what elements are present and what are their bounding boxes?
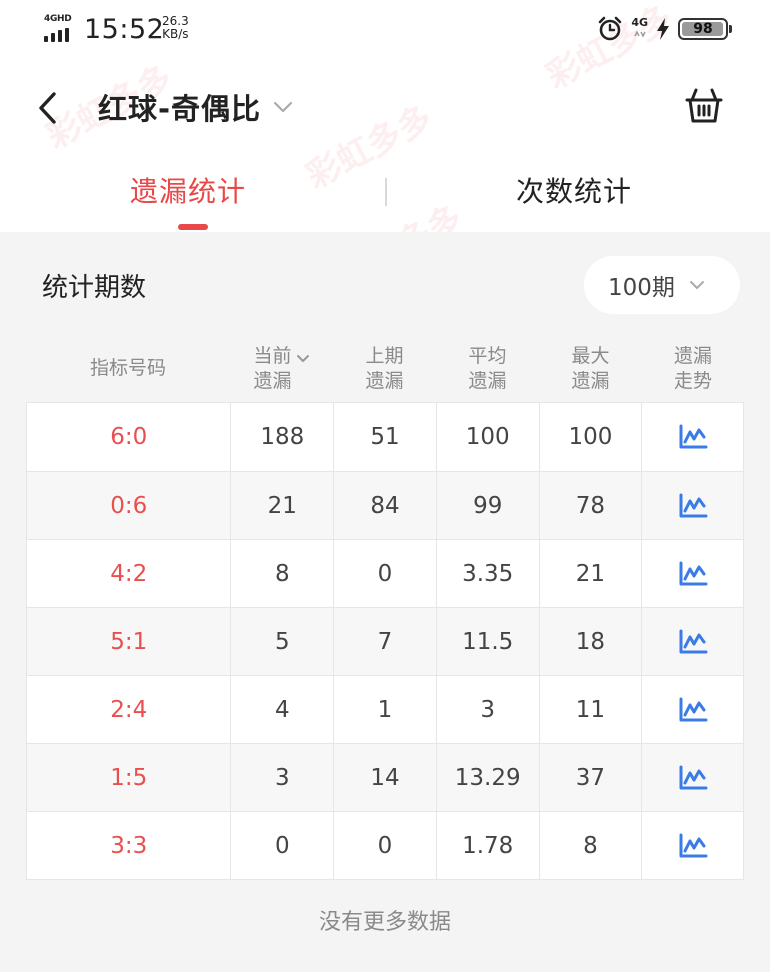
cell-max: 11 xyxy=(538,676,642,743)
cell-previous: 1 xyxy=(333,676,436,743)
cell-average: 100 xyxy=(435,403,539,471)
status-right: 4G 98 xyxy=(597,16,732,42)
cell-previous: 0 xyxy=(333,540,436,607)
trend-button[interactable] xyxy=(641,812,743,879)
tab-missing-stats[interactable]: 遗漏统计 xyxy=(130,170,246,210)
cell-previous: 14 xyxy=(333,744,436,811)
trend-button[interactable] xyxy=(641,540,743,607)
header-trend: 遗漏 走势 xyxy=(673,345,712,392)
trend-button[interactable] xyxy=(641,608,743,675)
tab-count-stats[interactable]: 次数统计 xyxy=(516,170,632,210)
sort-down-icon xyxy=(296,355,309,362)
alarm-icon xyxy=(599,16,622,41)
cell-max: 8 xyxy=(538,812,642,879)
signal-indicator: 4GHD xyxy=(44,14,76,42)
header-average: 平均 遗漏 xyxy=(468,345,507,392)
status-time: 15:52 xyxy=(84,14,165,45)
header-previous: 上期 遗漏 xyxy=(365,345,404,392)
cell-max: 21 xyxy=(538,540,642,607)
cell-average: 99 xyxy=(435,472,539,539)
stats-table-area: 指标号码 当前 遗漏 上期 遗漏 平均 遗漏 最大 遗漏 遗漏 走势 6:0 1… xyxy=(0,336,770,972)
signal-bars-icon xyxy=(44,28,69,42)
cell-max: 37 xyxy=(538,744,642,811)
period-select[interactable]: 100期 xyxy=(584,256,740,314)
cell-previous: 51 xyxy=(333,403,436,471)
cell-code: 6:0 xyxy=(110,424,148,450)
cell-average: 13.29 xyxy=(435,744,539,811)
trend-chart-icon xyxy=(679,493,708,517)
network-speed: 26.3 KB/s xyxy=(162,15,189,41)
cell-code: 3:3 xyxy=(110,832,148,859)
cell-max: 78 xyxy=(538,472,642,539)
cell-previous: 0 xyxy=(333,812,436,879)
table-row: 4:2 8 0 3.35 21 xyxy=(27,539,743,607)
cell-code: 1:5 xyxy=(110,764,148,791)
table-row: 5:1 5 7 11.5 18 xyxy=(27,607,743,675)
trend-button[interactable] xyxy=(641,472,743,539)
trend-chart-icon xyxy=(679,424,708,449)
app-header: 红球-奇偶比 xyxy=(0,62,770,152)
header-max: 最大 遗漏 xyxy=(571,345,610,392)
trend-chart-icon xyxy=(679,561,708,585)
charging-icon xyxy=(657,18,669,40)
table-row: 0:6 21 84 99 78 xyxy=(27,471,743,539)
cell-max: 100 xyxy=(538,403,642,471)
table-body: 6:0 188 51 100 100 0:6 21 84 99 78 4:2 8… xyxy=(26,402,744,880)
cell-code: 0:6 xyxy=(110,492,148,519)
cell-max: 18 xyxy=(538,608,642,675)
no-more-data-text: 没有更多数据 xyxy=(318,910,451,935)
battery-icon: 98 xyxy=(678,18,732,40)
cell-current: 8 xyxy=(230,540,333,607)
page-title: 红球-奇偶比 xyxy=(98,92,262,126)
trend-chart-icon xyxy=(679,833,708,857)
cell-current: 5 xyxy=(230,608,333,675)
chevron-down-icon xyxy=(273,101,293,113)
cell-previous: 84 xyxy=(333,472,436,539)
trend-button[interactable] xyxy=(641,744,743,811)
cell-current: 3 xyxy=(230,744,333,811)
tab-bar: 遗漏统计 次数统计 xyxy=(0,152,770,232)
table-row: 3:3 0 0 1.78 8 xyxy=(27,811,743,879)
cell-code: 5:1 xyxy=(110,628,148,655)
back-button[interactable] xyxy=(30,88,66,128)
cell-average: 1.78 xyxy=(435,812,539,879)
table-row: 6:0 188 51 100 100 xyxy=(27,403,743,471)
network-4g: 4G xyxy=(631,17,648,41)
trend-chart-icon xyxy=(679,697,708,721)
chevron-down-icon xyxy=(689,281,704,289)
battery-level: 98 xyxy=(693,21,713,37)
cell-average: 3.35 xyxy=(435,540,539,607)
speed-unit: KB/s xyxy=(162,27,189,41)
cell-average: 3 xyxy=(435,676,539,743)
cell-average: 11.5 xyxy=(435,608,539,675)
header-current-sort[interactable]: 当前 遗漏 xyxy=(230,344,333,394)
cell-current: 21 xyxy=(230,472,333,539)
cell-current: 188 xyxy=(230,403,333,471)
trend-chart-icon xyxy=(679,765,708,789)
trend-button[interactable] xyxy=(641,403,743,471)
header-code: 指标号码 xyxy=(89,357,166,379)
period-label: 统计期数 xyxy=(42,273,147,303)
active-tab-indicator xyxy=(178,224,208,230)
status-bar: 4GHD 15:52 26.3 KB/s 4G 98 xyxy=(0,0,770,62)
table-row: 1:5 3 14 13.29 37 xyxy=(27,743,743,811)
table-row: 2:4 4 1 3 11 xyxy=(27,675,743,743)
cell-current: 0 xyxy=(230,812,333,879)
chevron-left-icon xyxy=(39,92,56,124)
period-value: 100期 xyxy=(608,275,675,301)
cart-button[interactable] xyxy=(684,86,724,126)
cell-current: 4 xyxy=(230,676,333,743)
cell-previous: 7 xyxy=(333,608,436,675)
basket-icon xyxy=(685,88,723,123)
filter-bar: 统计期数 100期 xyxy=(0,232,770,336)
cell-code: 4:2 xyxy=(110,560,148,587)
table-header: 指标号码 当前 遗漏 上期 遗漏 平均 遗漏 最大 遗漏 遗漏 走势 xyxy=(26,336,744,402)
title-dropdown[interactable]: 红球-奇偶比 xyxy=(98,84,293,130)
trend-chart-icon xyxy=(679,629,708,653)
network-type: 4GHD xyxy=(44,14,72,24)
cell-code: 2:4 xyxy=(110,696,148,723)
trend-button[interactable] xyxy=(641,676,743,743)
tab-divider xyxy=(385,178,387,206)
